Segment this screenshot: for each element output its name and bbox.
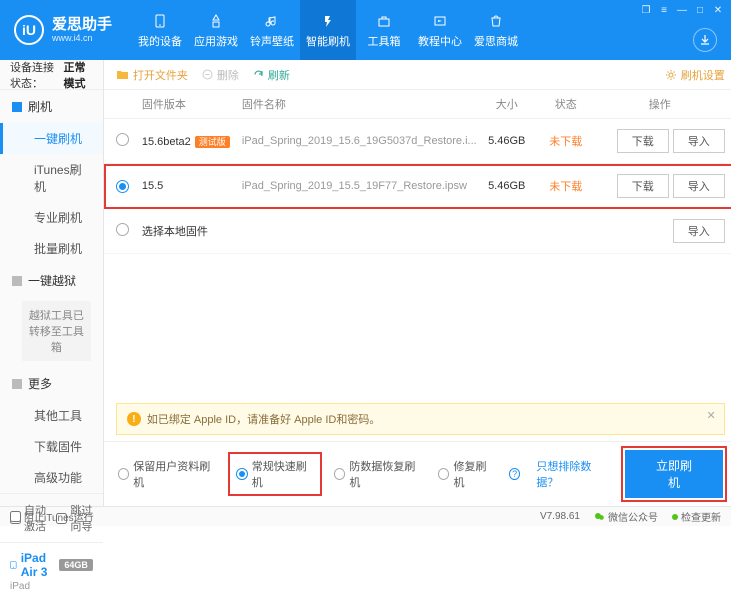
sidebar-item-oneclick-flash[interactable]: 一键刷机 xyxy=(0,123,103,154)
nav-music[interactable]: 铃声壁纸 xyxy=(244,0,300,60)
info-icon: ! xyxy=(127,412,141,426)
firmware-row[interactable]: 15.5 iPad_Spring_2019_15.5_19F77_Restore.… xyxy=(104,164,731,209)
music-icon xyxy=(263,12,281,30)
folder-icon xyxy=(116,69,129,80)
firmware-size: 5.46GB xyxy=(477,135,537,147)
mode-keep-data[interactable]: 保留用户资料刷机 xyxy=(118,458,216,490)
download-manager-button[interactable] xyxy=(693,28,717,52)
alert-close-button[interactable]: ✕ xyxy=(707,409,716,422)
nav-device[interactable]: 我的设备 xyxy=(132,0,188,60)
tutorial-icon xyxy=(431,12,449,30)
firmware-radio[interactable] xyxy=(116,180,129,193)
brand-url: www.i4.cn xyxy=(52,33,112,43)
sidebar-item-other-tools[interactable]: 其他工具 xyxy=(0,400,103,431)
download-button[interactable]: 下载 xyxy=(617,174,669,198)
firmware-filename: iPad_Spring_2019_15.5_19F77_Restore.ipsw xyxy=(242,180,477,192)
exclude-data-link[interactable]: 只想排除数据？ xyxy=(536,458,609,490)
sidebar-item-download-firmware[interactable]: 下载固件 xyxy=(0,431,103,462)
table-header: 固件版本 固件名称 大小 状态 操作 xyxy=(104,90,731,119)
device-icon xyxy=(151,12,169,30)
logo-icon: iU xyxy=(14,15,44,45)
import-button[interactable]: 导入 xyxy=(673,174,725,198)
gear-icon xyxy=(665,69,677,81)
apps-icon xyxy=(207,12,225,30)
nav-tutorial[interactable]: 教程中心 xyxy=(412,0,468,60)
flash-mode-bar: 保留用户资料刷机 常规快速刷机 防数据恢复刷机 修复刷机 ? 只想排除数据？ 立… xyxy=(104,441,731,506)
firmware-filename: iPad_Spring_2019_15.6_19G5037d_Restore.i… xyxy=(242,135,477,147)
status-bar: 阻止iTunes运行 V7.98.61 微信公众号 检查更新 xyxy=(0,506,731,526)
delete-icon xyxy=(202,69,213,80)
appleid-alert: ! 如已绑定 Apple ID，请准备好 Apple ID和密码。 ✕ xyxy=(116,403,725,435)
beta-badge: 测试版 xyxy=(195,136,230,148)
nav-flash[interactable]: 智能刷机 xyxy=(300,0,356,60)
flash-settings-button[interactable]: 刷机设置 xyxy=(665,67,725,83)
help-icon[interactable]: ? xyxy=(509,468,520,480)
import-button[interactable]: 导入 xyxy=(673,129,725,153)
main-panel: 打开文件夹 删除 刷新 刷机设置 固件版本 固件名称 大小 状态 操作 xyxy=(104,60,731,506)
sidebar-head-flash[interactable]: 刷机 xyxy=(0,90,103,123)
logo-area: iU 爱思助手 www.i4.cn xyxy=(0,0,126,60)
refresh-button[interactable]: 刷新 xyxy=(253,67,290,83)
version-label: V7.98.61 xyxy=(540,511,580,522)
firmware-status: 未下载 xyxy=(537,178,595,194)
skin-button[interactable]: ❐ xyxy=(639,4,653,16)
maximize-button[interactable]: □ xyxy=(693,4,707,16)
sidebar: 设备连接状态：正常模式 刷机 一键刷机 iTunes刷机 专业刷机 批量刷机 一… xyxy=(0,60,104,506)
import-button[interactable]: 导入 xyxy=(673,219,725,243)
firmware-status: 未下载 xyxy=(537,133,595,149)
sidebar-item-batch-flash[interactable]: 批量刷机 xyxy=(0,233,103,264)
minimize-button[interactable]: — xyxy=(675,4,689,16)
sidebar-head-more[interactable]: 更多 xyxy=(0,367,103,400)
firmware-version: 15.5 xyxy=(142,180,163,192)
nav-shop[interactable]: 爱思商城 xyxy=(468,0,524,60)
close-button[interactable]: ✕ xyxy=(711,4,725,16)
firmware-row[interactable]: 15.6beta2 测试版 iPad_Spring_2019_15.6_19G503… xyxy=(104,119,731,164)
shop-icon xyxy=(487,12,505,30)
title-bar: iU 爱思助手 www.i4.cn 我的设备应用游戏铃声壁纸智能刷机工具箱教程中… xyxy=(0,0,731,60)
mode-repair[interactable]: 修复刷机 xyxy=(438,458,495,490)
start-flash-button[interactable]: 立即刷机 xyxy=(625,450,722,498)
firmware-size: 5.46GB xyxy=(477,180,537,192)
block-itunes-checkbox[interactable]: 阻止iTunes运行 xyxy=(10,509,94,524)
mode-anti-recover[interactable]: 防数据恢复刷机 xyxy=(334,458,422,490)
flash-icon xyxy=(319,12,337,30)
status-dot-icon xyxy=(672,514,678,520)
jailbreak-note: 越狱工具已转移至工具箱 xyxy=(22,301,91,361)
sidebar-item-advanced[interactable]: 高级功能 xyxy=(0,462,103,493)
firmware-version: 15.6beta2 xyxy=(142,136,191,148)
refresh-icon xyxy=(253,69,264,80)
nav-toolbox[interactable]: 工具箱 xyxy=(356,0,412,60)
open-folder-button[interactable]: 打开文件夹 xyxy=(116,67,188,83)
radio-local[interactable] xyxy=(116,223,129,236)
nav-apps[interactable]: 应用游戏 xyxy=(188,0,244,60)
brand-name: 爱思助手 xyxy=(52,17,112,33)
local-firmware-row[interactable]: 选择本地固件 导入 xyxy=(104,209,731,254)
wechat-icon xyxy=(594,511,605,522)
toolbar: 打开文件夹 删除 刷新 刷机设置 xyxy=(104,60,731,90)
connection-status: 设备连接状态：正常模式 xyxy=(0,60,103,90)
menu-button[interactable]: ≡ xyxy=(657,4,671,16)
top-nav: 我的设备应用游戏铃声壁纸智能刷机工具箱教程中心爱思商城 xyxy=(132,0,524,60)
device-info[interactable]: iPad Air 364GB iPad xyxy=(0,542,103,600)
wechat-link[interactable]: 微信公众号 xyxy=(594,509,658,524)
check-update-link[interactable]: 检查更新 xyxy=(672,509,721,524)
sidebar-item-pro-flash[interactable]: 专业刷机 xyxy=(0,202,103,233)
delete-button[interactable]: 删除 xyxy=(202,67,239,83)
sidebar-head-jailbreak[interactable]: 一键越狱 xyxy=(0,264,103,297)
mode-normal[interactable]: 常规快速刷机 xyxy=(232,456,318,492)
firmware-radio[interactable] xyxy=(116,133,129,146)
download-button[interactable]: 下载 xyxy=(617,129,669,153)
tablet-icon xyxy=(10,558,17,572)
toolbox-icon xyxy=(375,12,393,30)
sidebar-item-itunes-flash[interactable]: iTunes刷机 xyxy=(0,154,103,202)
window-controls: ❐ ≡ — □ ✕ xyxy=(639,4,725,16)
